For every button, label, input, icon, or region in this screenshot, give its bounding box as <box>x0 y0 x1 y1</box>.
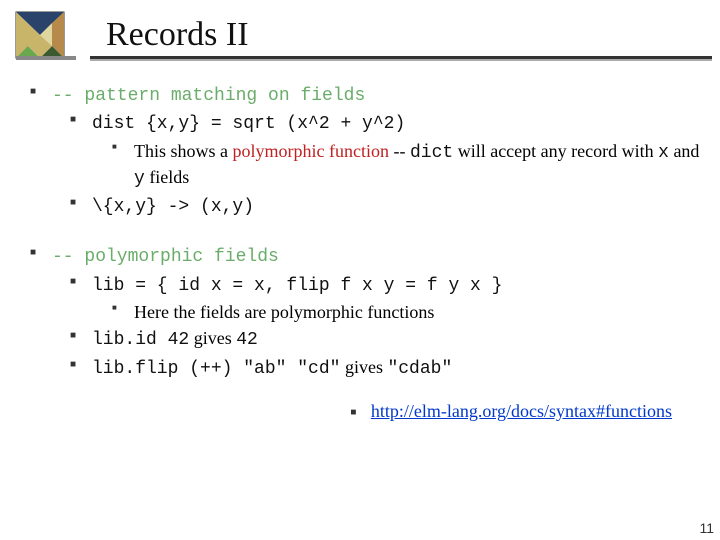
code-line-lib: lib = { id x = x, flip f x y = f y x } H… <box>70 272 700 325</box>
slide-header: Records II <box>0 0 720 60</box>
note-poly-fields: Here the fields are polymorphic function… <box>112 300 700 324</box>
comment-1: -- pattern matching on fields <box>52 86 365 106</box>
bullet-section-2: -- polymorphic fields lib = { id x = x, … <box>30 243 700 380</box>
slide-content: -- pattern matching on fields dist {x,y}… <box>0 60 720 423</box>
code-line-libid: lib.id 42 gives 42 <box>70 326 700 352</box>
comment-2: -- polymorphic fields <box>52 247 279 267</box>
bullet-section-1: -- pattern matching on fields dist {x,y}… <box>30 82 700 219</box>
link-row: ■ http://elm-lang.org/docs/syntax#functi… <box>30 399 700 423</box>
page-number: 11 <box>699 520 714 536</box>
tangram-logo <box>14 10 78 60</box>
bullet-icon: ■ <box>350 407 356 418</box>
code-line-dist: dist {x,y} = sqrt (x^2 + y^2) This shows… <box>70 110 700 191</box>
code-line-libflip: lib.flip (++) "ab" "cd" gives "cdab" <box>70 355 700 381</box>
title-underline <box>90 56 712 59</box>
note-polymorphic-fn: This shows a polymorphic function -- dic… <box>112 139 700 192</box>
docs-link[interactable]: http://elm-lang.org/docs/syntax#function… <box>371 401 672 421</box>
slide-title: Records II <box>106 16 249 54</box>
code-line-lambda: \{x,y} -> (x,y) <box>70 193 700 219</box>
